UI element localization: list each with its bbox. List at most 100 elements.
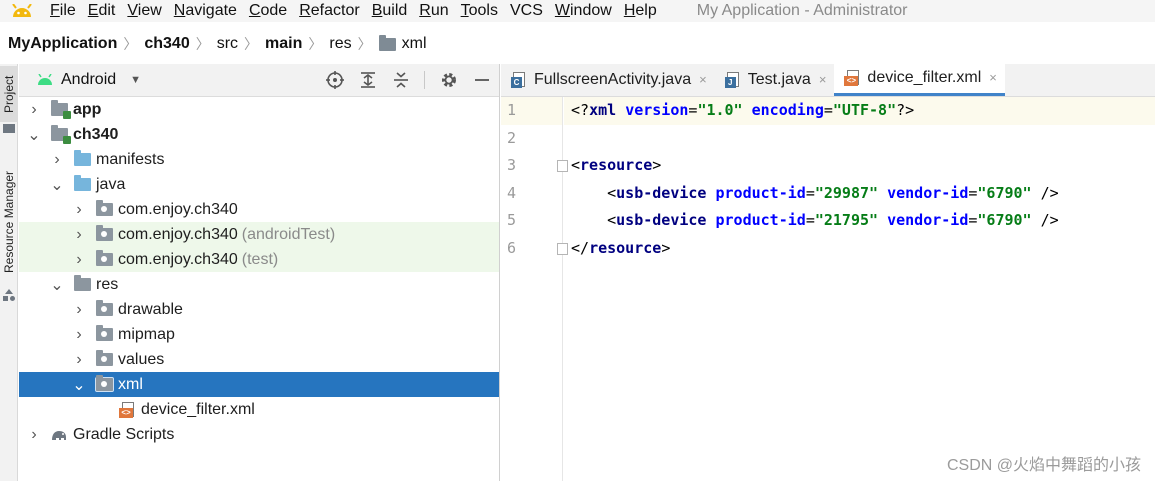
code-token: = (823, 101, 833, 119)
breadcrumb-xml[interactable]: xml (402, 35, 427, 53)
line-number: 1 (501, 97, 562, 125)
tree-node-suffix: (test) (241, 250, 279, 268)
breadcrumb-project[interactable]: MyApplication (8, 35, 117, 53)
tree-node-app[interactable]: › app (19, 97, 499, 122)
code-token: "6790" (977, 211, 1032, 229)
resource-folder-icon (73, 275, 91, 293)
code-line: <resource> (564, 152, 1155, 180)
chevron-right-icon[interactable]: › (72, 226, 86, 244)
locate-crosshair-icon[interactable] (325, 71, 344, 90)
close-icon[interactable]: × (819, 72, 827, 87)
tree-node-values[interactable]: › values (19, 347, 499, 372)
tab-fullscreenactivity-java[interactable]: C FullscreenActivity.java × (501, 63, 715, 96)
tree-node-package[interactable]: › com.enjoy.ch340 (19, 197, 499, 222)
line-number: 4 (507, 183, 517, 202)
breadcrumb-separator-icon: 〉 (244, 36, 259, 52)
chevron-right-icon[interactable]: › (72, 251, 86, 269)
breadcrumb-separator-icon: 〉 (357, 36, 372, 52)
tree-node-manifests[interactable]: › manifests (19, 147, 499, 172)
tree-node-xml[interactable]: ⌄ xml (19, 372, 499, 397)
tree-node-label: com.enjoy.ch340 (118, 250, 238, 268)
menu-file[interactable]: File (44, 0, 82, 22)
breadcrumb-separator-icon: 〉 (123, 36, 138, 52)
menu-code[interactable]: Code (243, 0, 293, 22)
chevron-right-icon[interactable]: › (27, 426, 41, 444)
tree-node-label: manifests (96, 150, 165, 168)
code-editor[interactable]: <?xml version="1.0" encoding="UTF-8"?> <… (564, 97, 1155, 481)
breadcrumb-main[interactable]: main (265, 35, 302, 53)
code-token: product-id (715, 211, 806, 229)
tree-node-device-filter-xml[interactable]: <> device_filter.xml (19, 397, 499, 422)
expand-all-icon[interactable] (358, 71, 377, 90)
android-icon (38, 74, 52, 85)
tab-label: device_filter.xml (867, 68, 982, 86)
tree-node-ch340[interactable]: ⌄ ch340 (19, 122, 499, 147)
menu-help[interactable]: Help (618, 0, 663, 22)
tree-node-drawable[interactable]: › drawable (19, 297, 499, 322)
package-folder-icon (95, 200, 113, 218)
code-token: > (661, 238, 671, 257)
project-folder-icon (3, 124, 15, 133)
breadcrumb-separator-icon: 〉 (195, 36, 210, 52)
chevron-right-icon[interactable]: › (72, 326, 86, 344)
code-token: /> (1031, 211, 1059, 229)
chevron-down-icon[interactable]: ⌄ (50, 175, 64, 195)
chevron-right-icon[interactable]: › (72, 201, 86, 219)
project-tree: › app ⌄ ch340 › manifests ⌄ java › com.e… (19, 97, 499, 447)
code-token: version (625, 101, 689, 119)
chevron-down-icon[interactable]: ⌄ (72, 375, 86, 395)
chevron-right-icon[interactable]: › (50, 151, 64, 169)
tab-label: Test.java (747, 70, 811, 88)
chevron-down-icon[interactable]: ▼ (130, 74, 141, 86)
menu-vcs[interactable]: VCS (504, 0, 549, 22)
tree-node-mipmap[interactable]: › mipmap (19, 322, 499, 347)
menu-refactor[interactable]: Refactor (293, 0, 365, 22)
chevron-down-icon[interactable]: ⌄ (50, 275, 64, 295)
close-icon[interactable]: × (989, 70, 997, 85)
tab-test-java[interactable]: J Test.java × (715, 63, 835, 96)
menu-build[interactable]: Build (366, 0, 414, 22)
project-view-selector[interactable]: Android (61, 71, 116, 89)
folder-icon (378, 34, 396, 51)
gear-icon[interactable] (439, 71, 458, 90)
project-tool-tab[interactable]: Project (0, 66, 18, 122)
tab-device-filter-xml[interactable]: <> device_filter.xml × (834, 62, 1005, 96)
tree-node-package-androidtest[interactable]: › com.enjoy.ch340 (androidTest) (19, 222, 499, 247)
menu-window[interactable]: Window (549, 0, 618, 22)
menu-tools[interactable]: Tools (455, 0, 504, 22)
breadcrumb-module[interactable]: ch340 (144, 35, 189, 53)
tree-node-res[interactable]: ⌄ res (19, 272, 499, 297)
menu-edit[interactable]: Edit (82, 0, 122, 22)
menu-navigate[interactable]: Navigate (168, 0, 243, 22)
line-number-text: 3 (507, 156, 517, 174)
breadcrumb-res[interactable]: res (329, 35, 351, 53)
line-number-gutter: 1 2 3 4 5 6 (501, 97, 568, 481)
tree-node-label: java (96, 175, 126, 193)
package-folder-icon (95, 250, 113, 268)
minimize-icon[interactable] (472, 71, 491, 90)
close-icon[interactable]: × (699, 72, 707, 87)
code-token: usb-device (616, 211, 716, 229)
tree-node-label: com.enjoy.ch340 (118, 225, 238, 243)
chevron-right-icon[interactable]: › (27, 101, 41, 119)
chevron-right-icon[interactable]: › (72, 301, 86, 319)
code-line: <usb-device product-id="21795" vendor-id… (564, 207, 1155, 235)
menu-view[interactable]: View (121, 0, 167, 22)
resource-manager-tool-tab[interactable]: Resource Manager (0, 160, 18, 284)
breadcrumb-src[interactable]: src (217, 35, 238, 53)
tree-node-suffix: (androidTest) (241, 225, 336, 243)
project-panel-header: Android ▼ (19, 64, 499, 97)
tree-node-java[interactable]: ⌄ java (19, 172, 499, 197)
chevron-right-icon[interactable]: › (72, 351, 86, 369)
collapse-all-icon[interactable] (391, 71, 410, 90)
code-token: resource (589, 238, 662, 257)
breadcrumb: MyApplication 〉 ch340 〉 src 〉 main 〉 res… (0, 30, 1155, 58)
tree-node-gradle-scripts[interactable]: › Gradle Scripts (19, 422, 499, 447)
tree-node-package-test[interactable]: › com.enjoy.ch340 (test) (19, 247, 499, 272)
chevron-down-icon[interactable]: ⌄ (27, 125, 41, 145)
tree-node-label: Gradle Scripts (73, 425, 175, 443)
menu-run[interactable]: Run (413, 0, 454, 22)
tree-node-label: device_filter.xml (141, 400, 255, 418)
